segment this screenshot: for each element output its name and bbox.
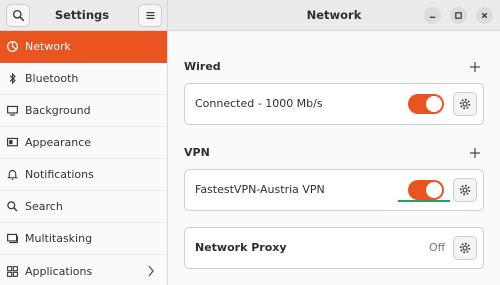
search-icon — [4, 199, 20, 215]
settings-title: Settings — [54, 8, 110, 22]
sidebar-item-label: Bluetooth — [25, 72, 79, 85]
vpn-section-title: VPN — [184, 146, 210, 159]
multitasking-icon — [4, 231, 20, 247]
search-button[interactable] — [6, 4, 30, 27]
wired-section-title: Wired — [184, 60, 221, 73]
applications-icon — [4, 263, 20, 279]
sidebar-item-search[interactable]: Search — [0, 191, 167, 223]
sidebar-item-label: Network — [25, 40, 71, 53]
sidebar-item-appearance[interactable]: Appearance — [0, 127, 167, 159]
vpn-connection-label: FastestVPN-Austria VPN — [195, 183, 325, 196]
wired-settings-button[interactable] — [453, 92, 477, 116]
gear-icon — [459, 98, 471, 110]
sidebar: Network Bluetooth Background Appearance … — [0, 31, 168, 285]
sidebar-item-background[interactable]: Background — [0, 95, 167, 127]
focus-underline — [398, 200, 450, 202]
minimize-icon — [429, 16, 436, 18]
vpn-toggle[interactable] — [408, 180, 444, 200]
sidebar-header: Settings — [0, 0, 168, 31]
toggle-knob — [426, 182, 442, 198]
appearance-icon — [4, 135, 20, 151]
sidebar-item-network[interactable]: Network — [0, 31, 167, 63]
header-bar: Settings Network — [0, 0, 500, 31]
hamburger-menu-icon — [145, 12, 155, 19]
add-vpn-icon[interactable] — [470, 148, 480, 158]
sidebar-item-applications[interactable]: Applications — [0, 255, 167, 285]
sidebar-item-bluetooth[interactable]: Bluetooth — [0, 63, 167, 95]
chevron-right-icon — [148, 265, 154, 277]
background-icon — [4, 103, 20, 119]
gear-icon — [459, 184, 471, 196]
bluetooth-icon — [4, 71, 20, 87]
add-wired-icon[interactable] — [470, 62, 480, 72]
sidebar-item-notifications[interactable]: Notifications — [0, 159, 167, 191]
proxy-status: Off — [429, 241, 446, 254]
proxy-settings-button[interactable] — [453, 236, 477, 260]
vpn-card: FastestVPN-Austria VPN — [184, 169, 484, 211]
gear-icon — [459, 242, 471, 254]
sidebar-item-label: Notifications — [25, 168, 94, 181]
sidebar-item-multitasking[interactable]: Multitasking — [0, 223, 167, 255]
sidebar-item-label: Multitasking — [25, 232, 93, 245]
close-button[interactable] — [476, 7, 493, 24]
wired-card: Connected - 1000 Mb/s — [184, 83, 484, 125]
close-icon — [481, 12, 488, 19]
sidebar-item-label: Appearance — [25, 136, 92, 149]
vpn-settings-button[interactable] — [453, 178, 477, 202]
sidebar-item-label: Background — [25, 104, 91, 117]
toggle-knob — [426, 96, 442, 112]
maximize-button[interactable] — [450, 7, 467, 24]
minimize-button[interactable] — [424, 7, 441, 24]
proxy-card[interactable]: Network Proxy Off — [184, 227, 484, 269]
search-icon — [12, 9, 24, 22]
bell-icon — [4, 167, 20, 183]
sidebar-item-label: Applications — [25, 264, 93, 278]
network-icon — [4, 39, 20, 55]
sidebar-item-label: Search — [25, 200, 63, 213]
menu-button[interactable] — [138, 4, 162, 27]
main-panel: Wired Connected - 1000 Mb/s VPN FastestV… — [168, 31, 500, 285]
wired-toggle[interactable] — [408, 94, 444, 114]
wired-connection-label: Connected - 1000 Mb/s — [195, 97, 323, 110]
maximize-icon — [455, 12, 462, 19]
network-proxy-label: Network Proxy — [195, 241, 287, 254]
